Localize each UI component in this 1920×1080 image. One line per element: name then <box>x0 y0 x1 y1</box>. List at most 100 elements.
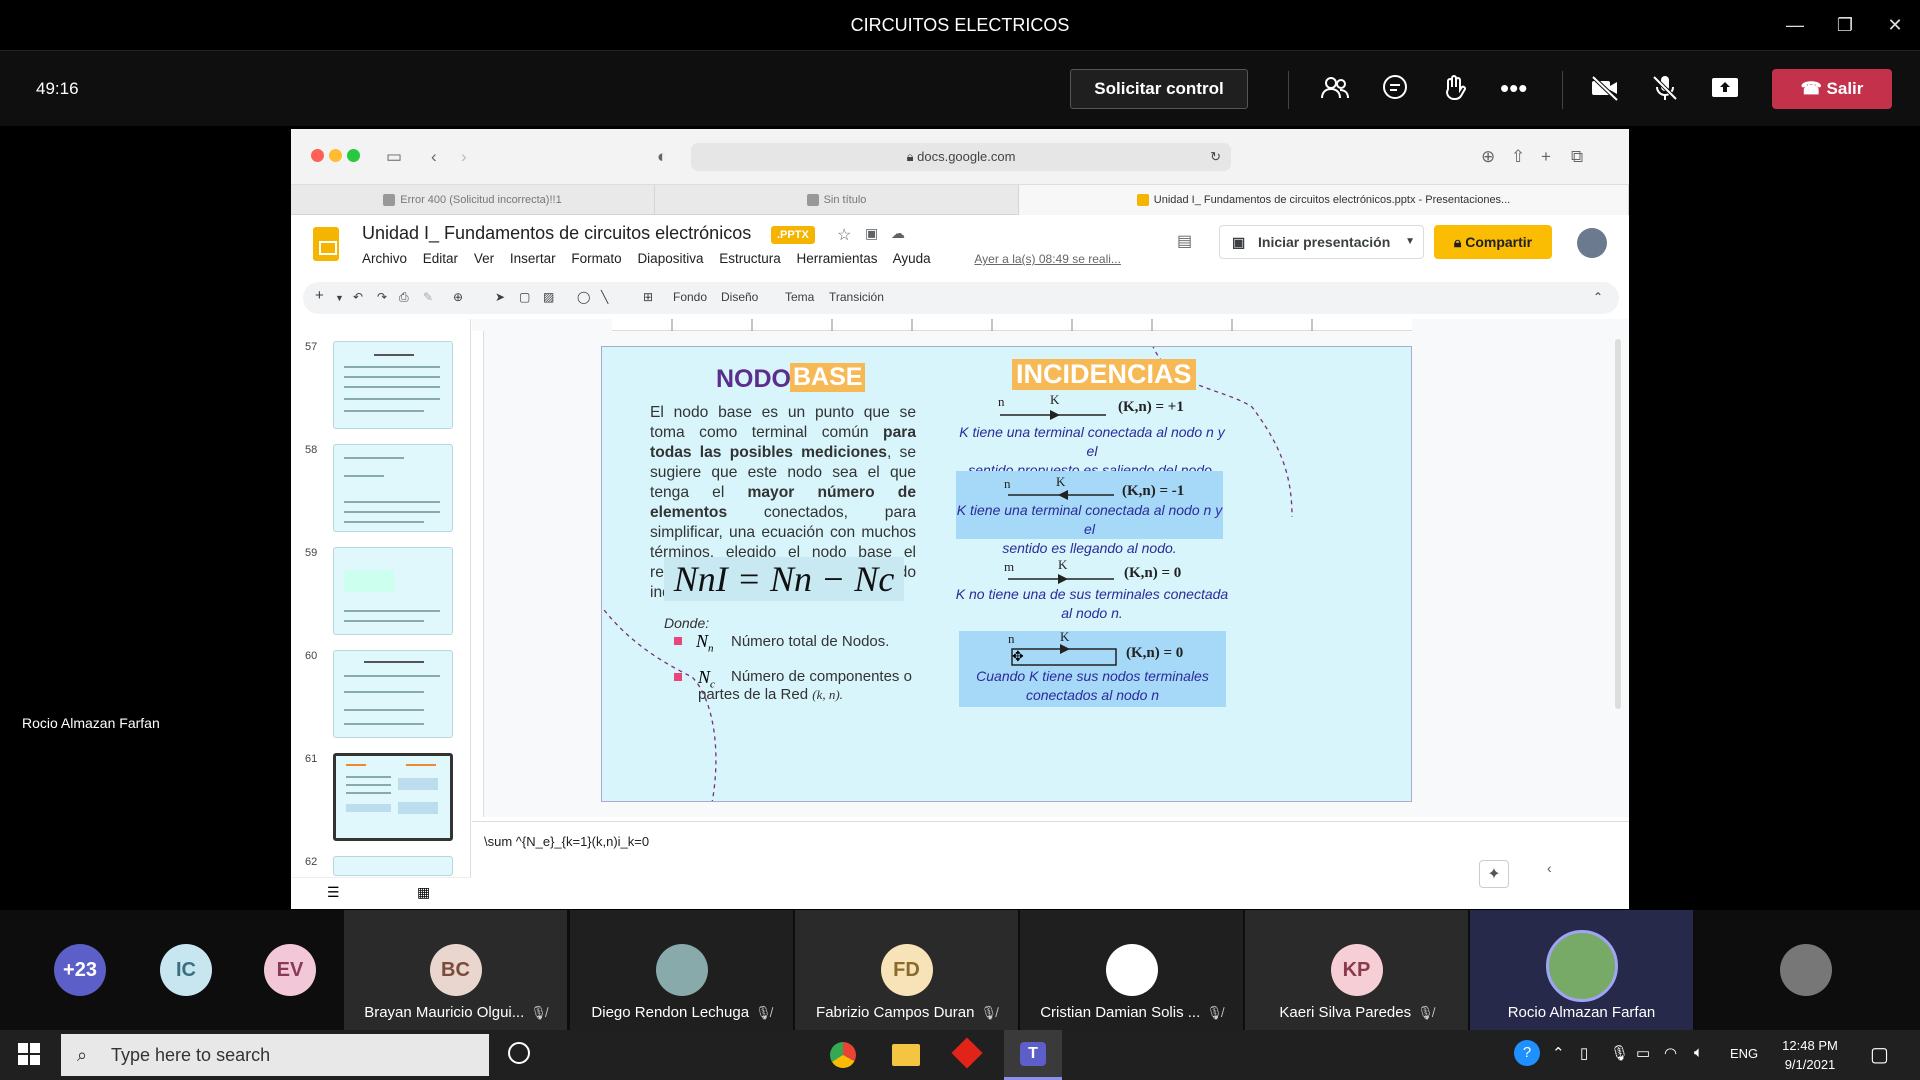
notes-text[interactable]: \sum ^{N_e}_{k=1}(k,n)i_k=0 <box>484 834 649 849</box>
tabs-overview-icon[interactable]: ⧉ <box>1571 147 1583 167</box>
slide-thumbnail-selected[interactable] <box>333 753 453 841</box>
camera-off-icon[interactable] <box>1590 73 1624 107</box>
redo-icon[interactable]: ↷ <box>377 290 387 304</box>
canvas-scrollbar[interactable] <box>1615 339 1621 709</box>
sidebar-icon[interactable]: ▭ <box>386 147 402 167</box>
menu-insertar[interactable]: Insertar <box>510 251 556 266</box>
print-icon[interactable]: ⎙ <box>399 290 409 305</box>
present-button[interactable]: ▣ Iniciar presentación ▼ <box>1219 225 1424 259</box>
menu-editar[interactable]: Editar <box>423 251 458 266</box>
explore-icon[interactable]: ✦ <box>1479 860 1509 888</box>
account-avatar[interactable] <box>1577 228 1607 258</box>
mic-off-icon[interactable] <box>1650 73 1684 107</box>
task-view-icon[interactable] <box>508 1042 530 1064</box>
participant-tile[interactable] <box>1694 910 1917 1030</box>
restore-icon[interactable]: ❐ <box>1825 10 1865 40</box>
grid-view-icon[interactable]: ▦ <box>417 884 430 901</box>
shape-icon[interactable]: ◯ <box>577 290 590 304</box>
menu-ver[interactable]: Ver <box>474 251 494 266</box>
theme-button[interactable]: Tema <box>785 290 814 304</box>
transition-button[interactable]: Transición <box>829 290 884 304</box>
zoom-icon[interactable]: ⊕ <box>453 290 463 304</box>
slide-thumbnail[interactable] <box>333 650 453 738</box>
device-icon[interactable]: ▯ <box>1580 1044 1588 1062</box>
menu-herramientas[interactable]: Herramientas <box>797 251 878 266</box>
participant-tile[interactable]: Diego Rendon Lechuga 🎙︎̸ <box>570 910 793 1030</box>
participant-tile[interactable]: KP Kaeri Silva Paredes 🎙︎̸ <box>1245 910 1468 1030</box>
zoom-dot-icon[interactable] <box>347 149 360 162</box>
textbox-icon[interactable]: ▢ <box>519 290 530 304</box>
slide-filmstrip[interactable]: 57 58 59 60 61 62 ☰ ▦ <box>291 319 471 909</box>
chevron-down-icon[interactable]: ▼ <box>1405 226 1415 258</box>
image-icon[interactable]: ▨ <box>543 290 554 304</box>
volume-icon[interactable]: 🔈︎ <box>1694 1044 1703 1061</box>
slide-thumbnail[interactable] <box>333 547 453 635</box>
anydesk-icon[interactable] <box>951 1037 983 1069</box>
last-edit-link[interactable]: Ayer a la(s) 08:49 se reali... <box>974 252 1121 266</box>
notifications-icon[interactable]: ▢ <box>1870 1042 1889 1067</box>
overflow-count[interactable]: +23 <box>54 944 106 996</box>
wifi-icon[interactable]: ◠ <box>1664 1044 1677 1062</box>
minimize-dot-icon[interactable] <box>329 149 342 162</box>
share-button[interactable]: 🔒︎ Compartir <box>1434 225 1552 259</box>
leave-button[interactable]: ☎ Salir <box>1772 69 1892 109</box>
layout-button[interactable]: Diseño <box>721 290 758 304</box>
new-tab-icon[interactable]: + <box>1541 147 1551 167</box>
paint-format-icon[interactable]: ✎ <box>423 290 433 304</box>
move-folder-icon[interactable]: ▣ <box>865 225 878 242</box>
windows-start-icon[interactable] <box>18 1043 40 1065</box>
slide[interactable]: NODO BASE El nodo base es un punto que s… <box>601 346 1412 802</box>
minimize-icon[interactable]: — <box>1775 10 1815 40</box>
url-bar[interactable]: 🔒︎ docs.google.com ↻ <box>691 143 1231 171</box>
participant-tile[interactable]: FD Fabrizio Campos Duran 🎙︎̸ <box>795 910 1018 1030</box>
menu-ayuda[interactable]: Ayuda <box>893 251 931 266</box>
system-clock[interactable]: 12:48 PM 9/1/2021 <box>1770 1036 1850 1074</box>
slide-canvas[interactable]: NODO BASE El nodo base es un punto que s… <box>472 319 1629 817</box>
request-control-button[interactable]: Solicitar control <box>1070 69 1248 109</box>
help-icon[interactable]: ? <box>1514 1040 1540 1066</box>
menu-estructura[interactable]: Estructura <box>719 251 781 266</box>
menu-diapositiva[interactable]: Diapositiva <box>637 251 703 266</box>
speaker-notes[interactable]: \sum ^{N_e}_{k=1}(k,n)i_k=0 ✦ ‹ <box>472 821 1629 909</box>
star-icon[interactable]: ☆ <box>837 225 851 245</box>
new-slide-icon[interactable]: + <box>315 287 324 304</box>
reload-icon[interactable]: ↻ <box>1210 143 1221 171</box>
undo-icon[interactable]: ↶ <box>353 290 363 304</box>
chevron-down-icon[interactable]: ▼ <box>335 293 344 303</box>
comments-icon[interactable]: ▤ <box>1177 231 1192 251</box>
slide-thumbnail[interactable] <box>333 341 453 429</box>
forward-icon[interactable]: › <box>461 147 467 167</box>
document-title[interactable]: Unidad I_ Fundamentos de circuitos elect… <box>362 223 751 244</box>
back-icon[interactable]: ‹ <box>431 147 437 167</box>
participant-tile-speaking[interactable]: Rocio Almazan Farfan <box>1470 910 1693 1030</box>
slides-logo-icon[interactable] <box>313 227 339 261</box>
raise-hand-icon[interactable] <box>1440 73 1474 107</box>
language-indicator[interactable]: ENG <box>1730 1046 1758 1061</box>
select-icon[interactable]: ➤ <box>495 290 505 304</box>
slide-thumbnail[interactable] <box>333 856 453 876</box>
chat-icon[interactable] <box>1380 73 1414 107</box>
people-icon[interactable] <box>1320 73 1354 107</box>
background-button[interactable]: Fondo <box>673 290 707 304</box>
battery-icon[interactable]: ▭ <box>1636 1044 1650 1062</box>
file-explorer-icon[interactable] <box>892 1044 920 1066</box>
side-panel-toggle-icon[interactable]: ‹ <box>1547 860 1552 876</box>
download-icon[interactable]: ⊕ <box>1481 147 1495 167</box>
slide-thumbnail[interactable] <box>333 444 453 532</box>
chevron-up-icon[interactable]: ⌃ <box>1552 1044 1565 1062</box>
line-icon[interactable]: ╲ <box>601 290 608 304</box>
taskbar-search-input[interactable]: ⌕ Type here to search <box>61 1034 489 1076</box>
browser-tab[interactable]: Sin título <box>655 185 1019 215</box>
comment-icon[interactable]: ⊞ <box>643 290 653 304</box>
microphone-icon[interactable]: 🎙︎ <box>1610 1044 1629 1062</box>
menu-archivo[interactable]: Archivo <box>362 251 407 266</box>
browser-tab[interactable]: Error 400 (Solicitud incorrecta)!!1 <box>291 185 655 215</box>
menu-formato[interactable]: Formato <box>571 251 621 266</box>
teams-taskbar-item[interactable]: T <box>1004 1030 1062 1080</box>
filmstrip-view-icon[interactable]: ☰ <box>327 884 340 901</box>
close-icon[interactable]: ✕ <box>1875 10 1915 40</box>
participant-tile[interactable]: Cristian Damian Solis ... 🎙︎̸ <box>1020 910 1243 1030</box>
chrome-icon[interactable] <box>830 1042 856 1068</box>
share-icon[interactable]: ⇧ <box>1511 147 1525 167</box>
close-dot-icon[interactable] <box>311 149 324 162</box>
